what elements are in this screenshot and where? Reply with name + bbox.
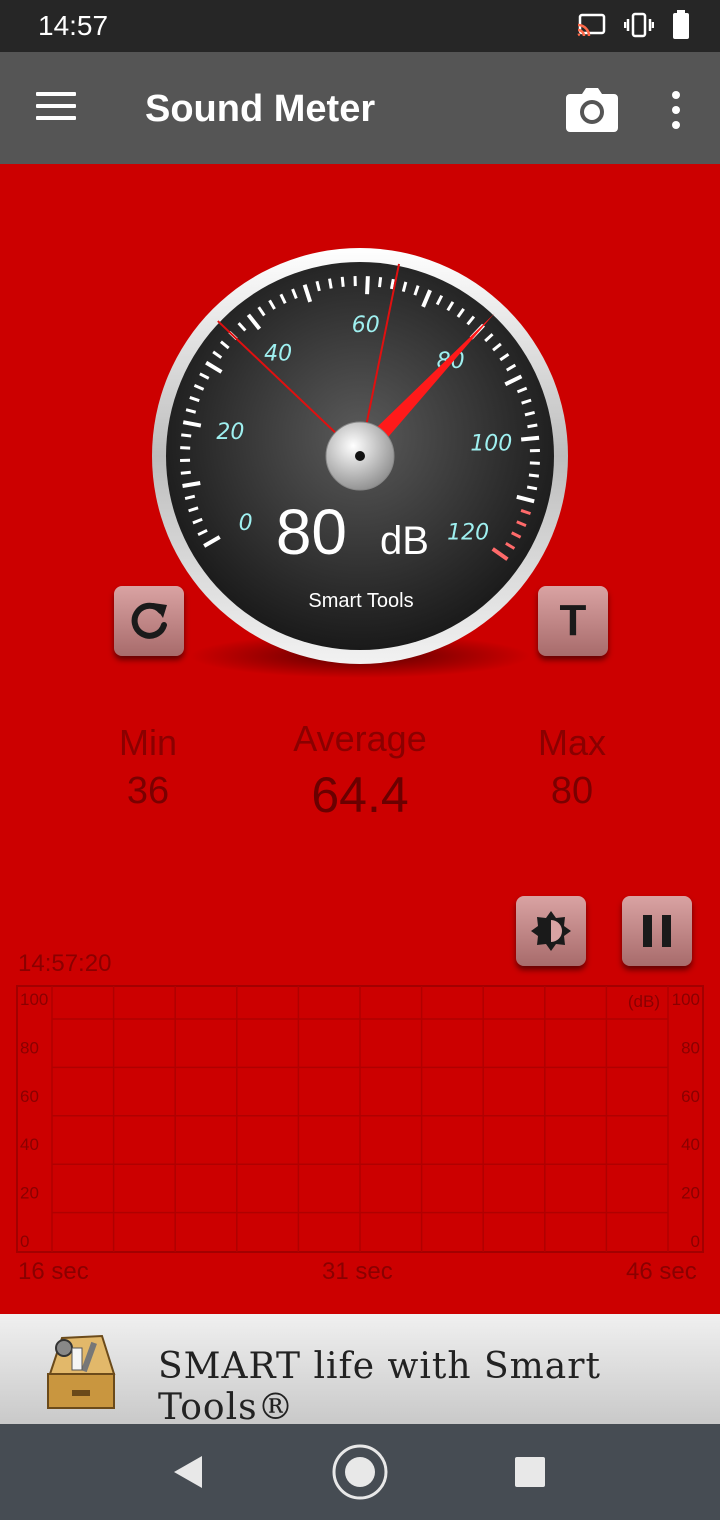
refresh-icon — [131, 602, 167, 639]
gauge-tick — [340, 276, 345, 287]
x-label-end: 46 sec — [626, 1258, 697, 1285]
toolbox-logo-icon — [47, 1334, 116, 1409]
pause-icon — [643, 915, 671, 947]
gauge-tick — [527, 423, 538, 429]
cast-icon — [577, 13, 606, 37]
gauge-tick — [180, 470, 191, 475]
y-tick-label: 60 — [681, 1087, 700, 1106]
status-time: 14:57 — [38, 10, 109, 41]
battery-icon — [673, 10, 689, 39]
x-label-mid: 31 sec — [322, 1258, 393, 1285]
average-value: 64.4 — [311, 767, 409, 823]
status-icons — [576, 10, 690, 40]
gauge-tick — [365, 276, 370, 295]
gauge-tick — [520, 435, 540, 442]
y-tick-label: 20 — [20, 1184, 39, 1203]
y-tick-label: 40 — [681, 1135, 700, 1154]
scale-label-20: 20 — [216, 420, 244, 445]
app-bar: Sound Meter — [0, 52, 720, 164]
scale-label-0: 0 — [239, 511, 253, 536]
gauge-tick — [389, 278, 395, 290]
banner-text: SMART life with Smart Tools® — [158, 1346, 601, 1428]
average-stat: Average 64.4 — [260, 718, 460, 824]
y-tick-label: 20 — [681, 1184, 700, 1203]
gauge-brand: Smart Tools — [308, 590, 413, 612]
t-button[interactable]: T — [538, 586, 608, 656]
gauge-tick — [528, 473, 540, 478]
app-title: Sound Meter — [145, 88, 376, 130]
chart-y-labels-left: 100 80 60 40 20 0 — [20, 990, 48, 1251]
y-tick-label: 0 — [20, 1232, 29, 1251]
gauge-tick — [328, 278, 333, 289]
y-tick-label: 0 — [691, 1232, 700, 1251]
recents-icon[interactable] — [514, 1456, 546, 1488]
y-tick-label: 60 — [20, 1087, 39, 1106]
average-label: Average — [293, 718, 427, 759]
chart-unit-label: (dB) — [628, 992, 660, 1011]
home-icon[interactable] — [331, 1443, 389, 1501]
reset-button[interactable] — [114, 586, 184, 656]
vibrate-icon — [624, 12, 654, 38]
min-label: Min — [118, 722, 177, 763]
scale-label-120: 120 — [447, 521, 489, 546]
y-tick-label: 80 — [681, 1038, 700, 1057]
y-tick-label: 40 — [20, 1135, 39, 1154]
gauge-tick — [378, 277, 383, 288]
max-value: 80 — [550, 770, 594, 812]
y-tick-label: 100 — [672, 990, 700, 1009]
min-value: 36 — [126, 770, 170, 812]
menu-icon[interactable] — [36, 92, 76, 122]
camera-icon[interactable] — [566, 88, 618, 132]
chart-y-labels-right: 100 80 60 40 20 0 — [672, 990, 700, 1251]
x-label-start: 16 sec — [18, 1258, 89, 1285]
sound-gauge: 0 20 40 60 80 100 120 80 dB Smart Tools — [152, 248, 568, 678]
y-tick-label: 100 — [20, 990, 48, 1009]
navigation-bar — [0, 1424, 720, 1520]
more-options-icon[interactable] — [668, 90, 684, 130]
status-bar: 14:57 — [0, 0, 720, 52]
max-label: Max — [537, 722, 606, 763]
gauge-tick — [526, 485, 538, 491]
y-tick-label: 80 — [20, 1038, 39, 1057]
brightness-icon — [531, 911, 571, 951]
gauge-unit: dB — [380, 519, 429, 563]
scale-label-100: 100 — [470, 432, 512, 457]
scale-label-60: 60 — [352, 313, 380, 338]
scale-label-40: 40 — [264, 341, 292, 366]
max-stat: Max 80 — [512, 722, 632, 813]
gauge-tick — [181, 433, 192, 438]
gauge-reading: 80 — [276, 496, 347, 568]
history-chart: 100 80 60 40 20 0 100 80 60 40 20 0 (dB) — [16, 985, 704, 1253]
ad-banner[interactable]: SMART life with Smart Tools® — [0, 1314, 720, 1428]
brightness-button[interactable] — [516, 896, 586, 966]
pause-button[interactable] — [622, 896, 692, 966]
chart-grid — [51, 986, 669, 1252]
min-stat: Min 36 — [88, 722, 208, 813]
chart-timestamp: 14:57:20 — [18, 950, 112, 977]
back-icon[interactable] — [170, 1454, 206, 1490]
